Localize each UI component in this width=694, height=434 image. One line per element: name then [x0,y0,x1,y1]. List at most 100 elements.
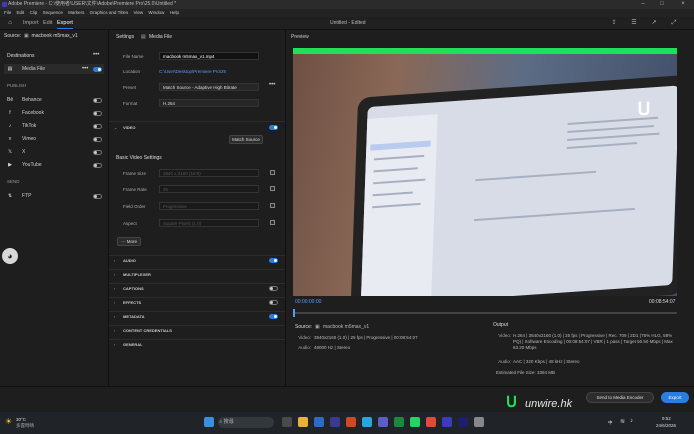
facebook-toggle[interactable] [93,111,102,116]
aspect-checkbox[interactable] [270,220,275,225]
home-icon[interactable]: ⌂ [6,19,14,27]
scrub-bar[interactable] [293,312,677,314]
edge-icon[interactable] [314,417,324,427]
windows-start-icon[interactable] [204,417,214,427]
whatsapp-icon[interactable] [410,417,420,427]
share-icon[interactable]: ↗ [650,19,658,27]
source-row: Source: ▣ macbook m5max_v1 [4,33,78,39]
app-icon[interactable] [474,417,484,427]
media-file-toggle[interactable] [93,67,102,72]
ftp-toggle[interactable] [93,194,102,199]
volume-icon[interactable]: ♪ [630,418,633,424]
office-icon[interactable] [346,417,356,427]
frame-rate-checkbox[interactable] [270,186,275,191]
audio-toggle[interactable] [269,258,278,263]
video-section-header[interactable]: ⌄ VIDEO [109,121,285,134]
frame-size-checkbox[interactable] [270,170,275,175]
tab-import[interactable]: Import [23,17,39,29]
destination-youtube[interactable]: ▶ YouTube [4,160,104,170]
destination-behance[interactable]: Bē Behance [4,95,104,105]
wifi-icon[interactable]: ≋ [620,418,625,425]
match-source-button[interactable]: Match Source [229,135,263,144]
format-select[interactable]: H.264 [159,99,259,107]
weather-icon: ☀ [5,417,13,426]
maximize-icon[interactable]: □ [655,0,669,9]
more-options-icon[interactable]: ••• [93,52,99,58]
captions-toggle[interactable] [269,286,278,291]
behance-toggle[interactable] [93,98,102,103]
video-toggle[interactable] [269,125,278,130]
timecode-start[interactable]: 00:00:00:00 [295,299,321,305]
close-icon[interactable]: × [676,0,690,9]
send-to-media-encoder-button[interactable]: Send to Media Encoder [586,392,654,403]
preset-select[interactable]: Match Source - Adaptive High Bitrate [159,83,259,91]
menu-help[interactable]: Help [170,10,179,15]
frame-rate-select[interactable]: 25 [159,185,259,193]
menu-view[interactable]: View [133,10,143,15]
task-view-icon[interactable] [282,417,292,427]
preset-more-icon[interactable]: ••• [269,82,275,88]
premiere-icon[interactable] [442,417,452,427]
source-video-label: Video: [298,335,311,340]
location-link[interactable]: C:\User\Desktop\Premiere Pro\25 [159,69,226,74]
menu-edit[interactable]: Edit [17,10,25,15]
aspect-select[interactable]: Square Pixels (1.0) [159,219,259,227]
tiktok-toggle[interactable] [93,124,102,129]
effects-toggle[interactable] [269,300,278,305]
destination-vimeo[interactable]: v Vimeo [4,134,104,144]
film-icon: ▣ [22,33,31,39]
x-toggle[interactable] [93,150,102,155]
fullscreen-icon[interactable]: ⤢ [670,19,678,27]
export-button[interactable]: Export [661,392,689,403]
file-explorer-icon[interactable] [298,417,308,427]
teams-icon[interactable] [378,417,388,427]
content-credentials-section-header[interactable]: › CONTENT CREDENTIALS [109,325,285,336]
tab-edit[interactable]: Edit [43,17,52,29]
captions-section-header[interactable]: › CAPTIONS [109,283,285,294]
file-name-input[interactable]: macbook m5max_v1.mp4 [159,52,259,60]
menu-sequence[interactable]: Sequence [43,10,63,15]
field-order-select[interactable]: Progressive [159,202,259,210]
clock-time[interactable]: 9:52 [662,416,671,421]
vimeo-toggle[interactable] [93,137,102,142]
more-button[interactable]: ··· More [117,237,141,246]
minimize-icon[interactable]: – [636,0,650,9]
excel-icon[interactable] [394,417,404,427]
destination-facebook[interactable]: f Facebook [4,108,104,118]
tab-export[interactable]: Export [57,17,73,29]
telegram-icon[interactable] [362,417,372,427]
menu-window[interactable]: Window [148,10,164,15]
action-bar: Send to Media Encoder Export [0,386,694,413]
destination-ftp[interactable]: ⇅ FTP [4,191,104,201]
clock-date[interactable]: 24/6/2026 [656,423,676,428]
quick-export-icon[interactable]: ⇪ [610,19,618,27]
playhead[interactable] [293,309,295,317]
taskbar-search[interactable]: ⌕ 搜尋 [218,417,274,428]
preset-label: Preset [123,85,137,90]
audio-section-header[interactable]: › AUDIO [109,255,285,266]
store-icon[interactable] [330,417,340,427]
destination-media-file[interactable]: ▤ Media File ••• [4,64,104,74]
field-order-checkbox[interactable] [270,203,275,208]
weather-desc[interactable]: 多雲時晴 [16,423,34,429]
effects-section-header[interactable]: › EFFECTS [109,297,285,308]
metadata-toggle[interactable] [269,314,278,319]
chrome-icon[interactable] [426,417,436,427]
youtube-toggle[interactable] [93,163,102,168]
preview-header: Preview [291,34,309,40]
media-encoder-icon[interactable] [458,417,468,427]
more-icon[interactable]: ••• [82,64,88,74]
destination-x[interactable]: 𝕏 X [4,147,104,157]
menu-file[interactable]: File [4,10,11,15]
frame-size-select[interactable]: 3840 x 2160 (16:9) [159,169,259,177]
weather-temp[interactable]: 30°C [16,417,26,422]
destination-tiktok[interactable]: ♪ TikTok [4,121,104,131]
metadata-section-header[interactable]: › METADATA [109,311,285,322]
general-section-header[interactable]: › GENERAL [109,339,285,350]
multiplexer-section-header[interactable]: › MULTIPLEXER [109,269,285,280]
language-indicator[interactable]: 中 [608,420,613,426]
workspaces-icon[interactable]: ☰ [630,19,638,27]
menu-clip[interactable]: Clip [30,10,38,15]
menu-markers[interactable]: Markers [68,10,84,15]
menu-graphics[interactable]: Graphics and Titles [90,10,129,15]
